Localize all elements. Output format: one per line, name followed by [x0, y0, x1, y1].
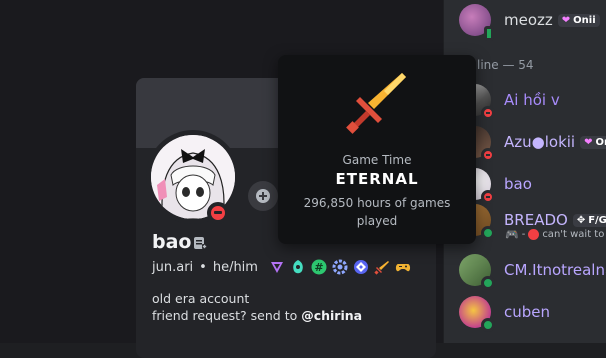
sword-badge-icon[interactable]	[373, 258, 391, 276]
tooltip-label: Game Time	[278, 153, 476, 167]
member-name: BREADO	[504, 211, 568, 229]
controller-icon: ✥	[577, 215, 585, 226]
profile-bio: old era account friend request? send to …	[152, 290, 362, 324]
member-activity: 🎮 - can't wait to	[505, 228, 604, 241]
heart-icon: ❤	[562, 15, 570, 26]
guild-tag-badge: ✥F/G	[573, 214, 606, 227]
avatar	[459, 4, 491, 36]
member-meozz[interactable]: meozz ❤Onii	[459, 2, 600, 38]
dash-separator: -	[522, 229, 526, 240]
badge-label: F/G	[588, 215, 606, 226]
gamepad-badge-icon[interactable]	[394, 258, 412, 276]
quest-badge-icon[interactable]	[352, 258, 370, 276]
heart-icon: ❤	[584, 137, 592, 148]
member-name: meozz	[504, 11, 553, 29]
user-mention[interactable]: @chirina	[301, 308, 362, 323]
avatar	[459, 254, 491, 286]
member-name: cuben	[504, 303, 550, 321]
online-status-icon	[481, 276, 495, 290]
member-name: Azu●lokii	[504, 133, 575, 151]
hashtag-badge-icon[interactable]: #	[310, 258, 328, 276]
hypesquad-badge-icon[interactable]	[289, 258, 307, 276]
gamepad-icon: 🎮	[505, 228, 519, 241]
badge-tooltip: Game Time ETERNAL 296,850 hours of games…	[278, 55, 476, 244]
profile-badges: #	[268, 258, 412, 276]
svg-text:#: #	[314, 261, 323, 274]
profile-display-name: bao	[152, 231, 191, 253]
member-name: CM.Itnotrealna	[504, 261, 606, 279]
nickname-note-icon[interactable]	[193, 236, 207, 250]
tooltip-title: ETERNAL	[278, 170, 476, 188]
plus-icon	[255, 188, 271, 204]
bio-line-1: old era account	[152, 290, 362, 307]
mobile-status-icon	[484, 26, 494, 41]
online-status-icon	[481, 318, 495, 332]
nitro-badge-icon[interactable]	[268, 258, 286, 276]
badge-label: Oni	[596, 137, 606, 148]
profile-pronouns: he/him	[213, 260, 258, 275]
member-cuben[interactable]: cuben	[459, 294, 550, 330]
add-status-button[interactable]	[248, 181, 278, 211]
dnd-status-icon	[481, 106, 495, 120]
online-status-icon	[481, 226, 495, 240]
sword-icon	[344, 69, 410, 135]
separator-dot: •	[199, 260, 207, 275]
bio-text: friend request? send to	[152, 308, 301, 323]
section-header: line — 54	[477, 58, 534, 72]
dnd-status-icon	[481, 148, 495, 162]
bio-line-2: friend request? send to @chirina	[152, 307, 362, 324]
red-circle-icon	[528, 229, 539, 240]
member-name: bao	[504, 175, 532, 193]
member-name: Ai hồi v	[504, 91, 560, 109]
member-cm-itnotrealna[interactable]: CM.Itnotrealna	[459, 252, 606, 288]
activity-text: can't wait to	[542, 229, 604, 240]
guild-tag-badge: ❤ Oni	[580, 136, 606, 149]
member-azulokii[interactable]: Azu●lokii ❤ Oni	[459, 124, 606, 160]
gear-badge-icon[interactable]	[331, 258, 349, 276]
tooltip-description: 296,850 hours of games played	[296, 194, 458, 230]
badge-label: Onii	[573, 15, 595, 26]
guild-tag-badge: ❤Onii	[558, 14, 600, 27]
profile-username: jun.ari	[152, 260, 193, 275]
dnd-status-icon	[207, 202, 229, 224]
avatar	[459, 296, 491, 328]
profile-handle-row: jun.ari • he/him #	[152, 258, 412, 276]
